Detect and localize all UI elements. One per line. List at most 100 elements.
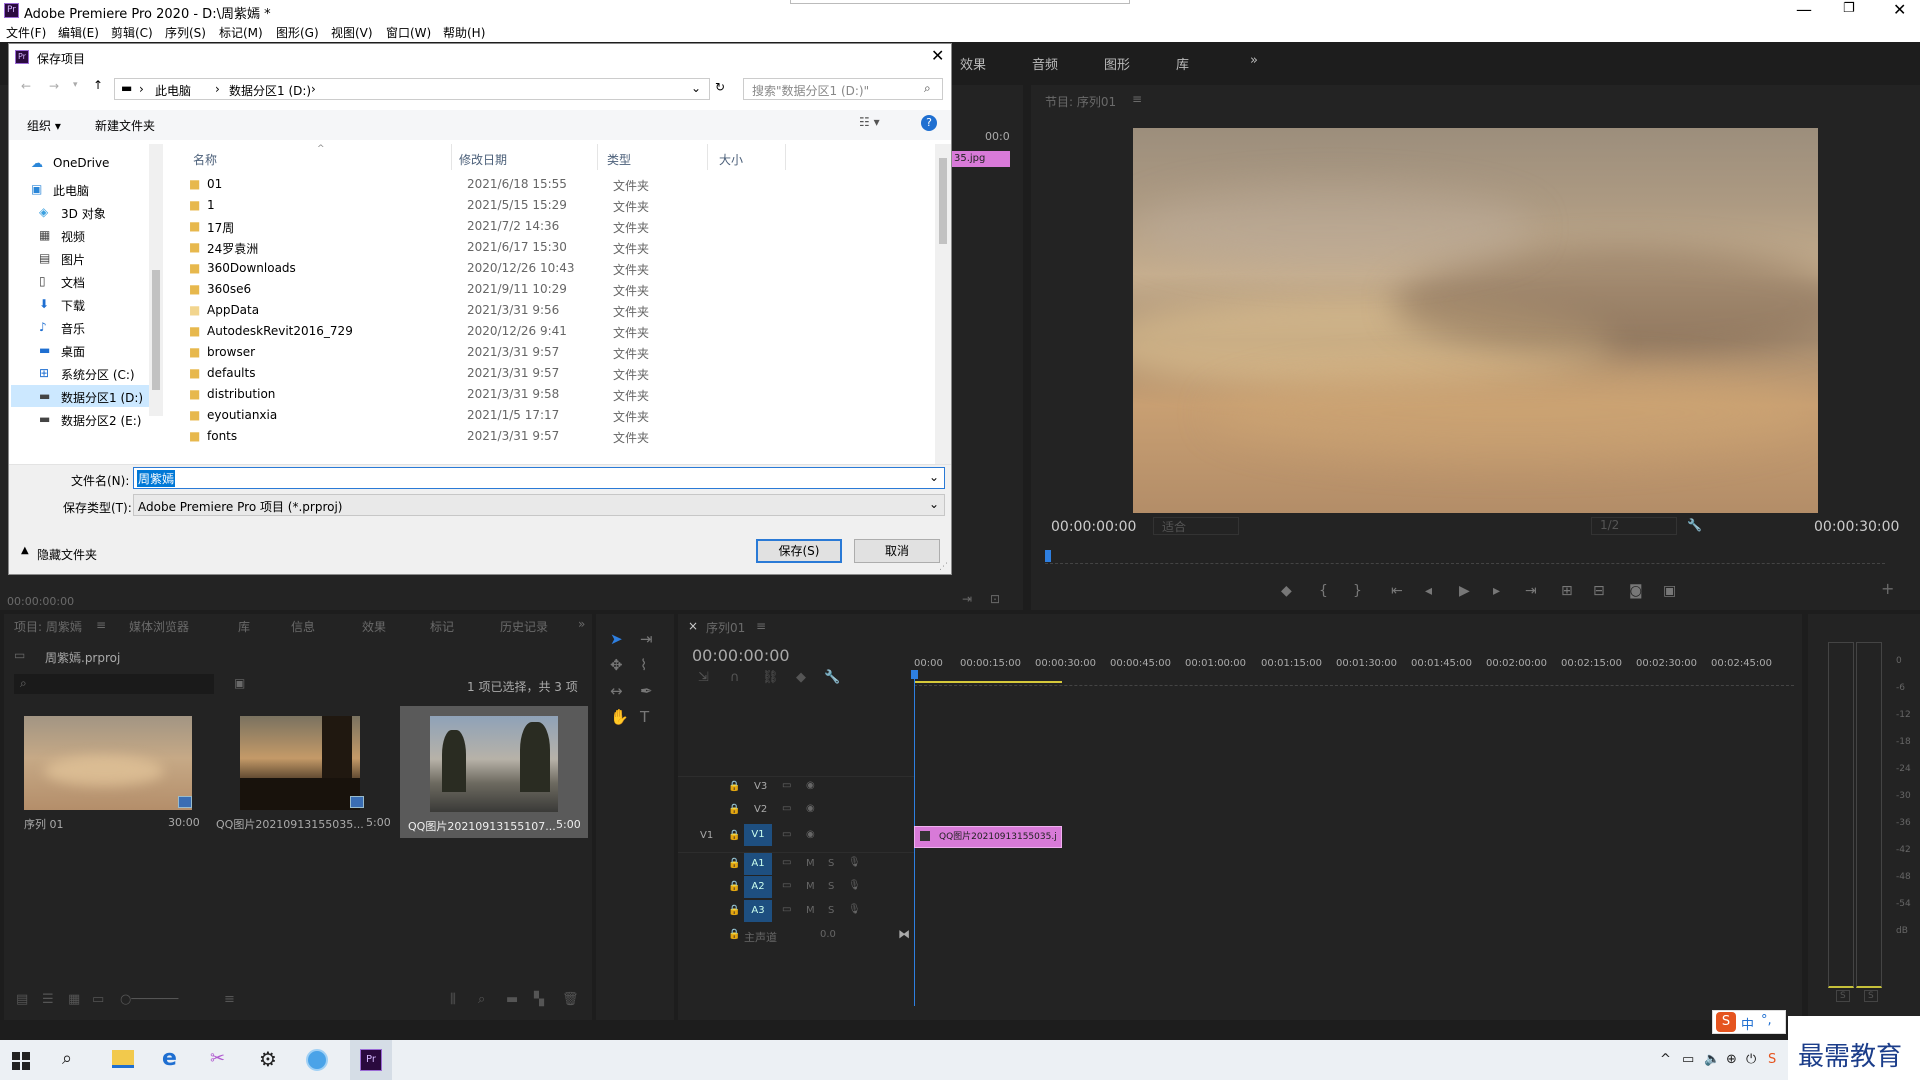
nav-item-onedrive[interactable]: OneDrive	[53, 156, 109, 170]
column-size[interactable]: 大小	[719, 151, 743, 168]
solo-button[interactable]: S	[828, 905, 834, 916]
info-tab[interactable]: 信息	[291, 618, 315, 635]
mark-out-icon[interactable]: }	[1353, 583, 1362, 599]
sync-lock-icon[interactable]: ▭	[782, 904, 791, 915]
solo-right-button[interactable]: S	[1864, 990, 1878, 1002]
track-target-a1[interactable]: A1	[744, 853, 772, 875]
solo-button[interactable]: S	[828, 858, 834, 869]
timeline-ruler[interactable]: 00:00 00:00:15:00 00:00:30:00 00:00:45:0…	[914, 656, 1794, 686]
program-fit-select[interactable]: 适合	[1153, 517, 1239, 535]
organize-button[interactable]: 组织 ▾	[27, 117, 61, 134]
search-input[interactable]: 搜索"数据分区1 (D:)" ⌕	[743, 78, 943, 100]
menu-file[interactable]: 文件(F)	[6, 24, 46, 41]
network-icon[interactable]: ▭	[1682, 1052, 1694, 1067]
workspace-overflow-icon[interactable]: »	[1250, 53, 1258, 68]
refresh-icon[interactable]: ↻	[715, 80, 725, 94]
timeline-clip-v1[interactable]: QQ图片20210913155035.j	[914, 826, 1062, 848]
program-menu-icon[interactable]: ≡	[1132, 92, 1142, 106]
track-lock-icon[interactable]: 🔒	[728, 804, 740, 815]
sync-lock-icon[interactable]: ▭	[782, 857, 791, 868]
column-date[interactable]: 修改日期	[459, 151, 507, 168]
menu-edit[interactable]: 编辑(E)	[58, 24, 99, 41]
edge-browser-icon[interactable]: e	[162, 1046, 177, 1071]
start-button[interactable]	[12, 1052, 30, 1070]
track-lock-icon[interactable]: 🔒	[728, 781, 740, 792]
cancel-button[interactable]: 取消	[854, 539, 940, 563]
recent-locations-icon[interactable]: ▾	[73, 80, 78, 90]
program-timecode-left[interactable]: 00:00:00:00	[1051, 519, 1136, 535]
help-icon[interactable]: ?	[921, 115, 937, 131]
ime-language[interactable]: 中	[1741, 1014, 1754, 1033]
menu-graphics[interactable]: 图形(G)	[276, 24, 319, 41]
source-clip-bar[interactable]: 35.jpg	[952, 151, 1010, 167]
solo-button[interactable]: S	[828, 881, 834, 892]
master-meter-icon[interactable]: ⧓	[898, 927, 910, 941]
mute-button[interactable]: M	[806, 905, 815, 916]
history-tab[interactable]: 历史记录	[500, 618, 548, 635]
sogou-ime-icon[interactable]: S	[1716, 1012, 1736, 1032]
track-lock-icon[interactable]: 🔒	[728, 830, 740, 841]
pen-icon[interactable]: ✒	[640, 682, 653, 700]
go-to-out-icon[interactable]: ⇥	[1525, 583, 1537, 599]
menu-sequence[interactable]: 序列(S)	[165, 24, 206, 41]
source-export-icon[interactable]: ⊡	[990, 592, 1000, 606]
ime-punct-icon[interactable]: °,	[1761, 1013, 1772, 1028]
eye-icon[interactable]: ◉	[806, 829, 815, 840]
automate-icon[interactable]: ⫼	[450, 992, 456, 1007]
export-frame-icon[interactable]: ◙	[1629, 583, 1643, 599]
file-row[interactable]: ■ browser 2021/3/31 9:57 文件夹	[189, 342, 789, 363]
menu-view[interactable]: 视图(V)	[331, 24, 373, 41]
filename-dropdown-icon[interactable]: ⌄	[929, 470, 939, 484]
breadcrumb-drive-d[interactable]: 数据分区1 (D:)	[229, 82, 311, 99]
timeline-close-icon[interactable]: ×	[688, 619, 698, 633]
file-row[interactable]: ■ fonts 2021/3/31 9:57 文件夹	[189, 426, 789, 447]
power-icon[interactable]: ⏻	[1746, 1052, 1756, 1067]
solo-left-button[interactable]: S	[1836, 990, 1850, 1002]
slip-icon[interactable]: ↔	[610, 682, 623, 700]
menu-help[interactable]: 帮助(H)	[443, 24, 485, 41]
mic-icon[interactable]: 🎙	[848, 857, 861, 868]
file-list-scrollbar[interactable]	[935, 144, 951, 500]
work-area-bar[interactable]	[914, 681, 1062, 683]
master-value[interactable]: 0.0	[820, 929, 836, 940]
razor-icon[interactable]: ⌇	[640, 656, 647, 674]
title-search-box[interactable]	[790, 0, 1130, 4]
file-row[interactable]: ■ defaults 2021/3/31 9:57 文件夹	[189, 363, 789, 384]
column-type[interactable]: 类型	[607, 151, 631, 168]
mute-button[interactable]: M	[806, 858, 815, 869]
project-tab-menu-icon[interactable]: ≡	[96, 618, 106, 632]
find-icon[interactable]: ⌕	[478, 992, 485, 1007]
address-dropdown-icon[interactable]: ⌄	[691, 81, 701, 95]
view-options-icon[interactable]: ☷ ▾	[859, 115, 880, 129]
source-patch-label[interactable]: V1	[700, 830, 713, 841]
new-folder-button[interactable]: 新建文件夹	[95, 117, 155, 134]
filename-input[interactable]: 周紫嫣 ⌄	[133, 467, 945, 489]
sync-lock-icon[interactable]: ▭	[782, 803, 791, 814]
menu-marker[interactable]: 标记(M)	[219, 24, 263, 41]
effects-tab[interactable]: 效果	[362, 618, 386, 635]
timeline-menu-icon[interactable]: ≡	[756, 619, 766, 633]
hide-folders-button[interactable]: 隐藏文件夹	[37, 546, 97, 563]
sogou-icon[interactable]: S	[1768, 1052, 1776, 1067]
close-button[interactable]: ✕	[1893, 0, 1906, 19]
step-back-icon[interactable]: ◂	[1425, 583, 1432, 599]
ime-mode-icon[interactable]: ⊕	[1726, 1052, 1737, 1067]
resize-grip-icon[interactable]: ⋰	[939, 562, 948, 572]
freeform-view-icon[interactable]: ▭	[92, 992, 104, 1007]
file-list-scroll-thumb[interactable]	[939, 158, 947, 244]
timeline-tab[interactable]: 序列01	[706, 619, 745, 636]
button-editor-icon[interactable]: +	[1881, 579, 1894, 598]
project-search-input[interactable]	[14, 674, 214, 694]
track-select-icon[interactable]: ⇥	[640, 630, 653, 648]
file-row[interactable]: ■ 360Downloads 2020/12/26 10:43 文件夹	[189, 258, 789, 279]
lift-icon[interactable]: ⊞	[1561, 583, 1573, 599]
file-row[interactable]: ■ eyoutianxia 2021/1/5 17:17 文件夹	[189, 405, 789, 426]
sort-icon[interactable]: ≡	[224, 992, 235, 1007]
timeline-timecode[interactable]: 00:00:00:00	[692, 646, 790, 665]
project-item-image-2-selected[interactable]: QQ图片20210913155107... 5:00	[400, 706, 588, 838]
minimize-button[interactable]: —	[1796, 0, 1812, 19]
lock-icon[interactable]: ▤	[16, 992, 28, 1007]
track-target-v1[interactable]: V1	[744, 824, 772, 846]
file-row[interactable]: ■ 1 2021/5/15 15:29 文件夹	[189, 195, 789, 216]
file-row[interactable]: ■ AutodeskRevit2016_729 2020/12/26 9:41 …	[189, 321, 789, 342]
